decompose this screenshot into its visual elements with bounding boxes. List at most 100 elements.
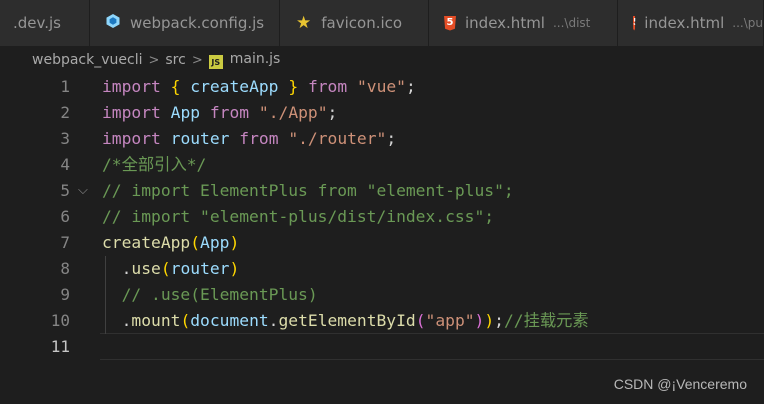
code-token: import xyxy=(102,77,161,96)
tab-label: index.html xyxy=(465,14,545,32)
breadcrumb-item-src[interactable]: src xyxy=(165,52,185,68)
code-token: router xyxy=(170,259,230,278)
code-token: use xyxy=(131,259,161,278)
code-token: getElementById xyxy=(278,311,416,330)
code-line[interactable]: 9 // .use(ElementPlus) xyxy=(0,282,764,308)
line-number: 11 xyxy=(50,337,70,356)
webpack-cube-icon xyxy=(105,13,121,33)
breadcrumb-item-file[interactable]: JS main.js xyxy=(208,51,281,69)
chevron-right-icon: > xyxy=(148,52,160,68)
code-token: import xyxy=(102,129,161,148)
code-token: ( xyxy=(180,311,191,330)
code-token: "./router" xyxy=(288,129,387,148)
watermark: CSDN @¡Venceremo xyxy=(613,376,747,392)
breadcrumb-item-project[interactable]: webpack_vuecli xyxy=(32,52,142,68)
code-text: import router from "./router"; xyxy=(102,126,396,152)
code-token: ) xyxy=(484,311,495,330)
code-text: // import ElementPlus from "element-plus… xyxy=(102,178,514,204)
line-number: 3 xyxy=(60,129,70,148)
code-line[interactable]: 10 .mount(document.getElementById("app")… xyxy=(0,308,764,334)
line-number: 4 xyxy=(60,155,70,174)
tab-label: index.html xyxy=(644,14,725,32)
code-token: ( xyxy=(415,311,426,330)
code-line[interactable]: 4 /*全部引入*/ xyxy=(0,152,764,178)
code-token: ; xyxy=(405,77,416,96)
code-line[interactable]: 3 import router from "./router"; xyxy=(0,126,764,152)
code-token: . xyxy=(102,259,132,278)
code-token: "vue" xyxy=(356,77,406,96)
star-icon: ★ xyxy=(296,12,312,33)
tab-label: .dev.js xyxy=(13,14,61,32)
line-number: 7 xyxy=(60,233,70,252)
code-token: ; xyxy=(494,311,504,330)
line-number: 5 xyxy=(60,181,70,200)
code-editor[interactable]: 1 import { createApp } from "vue"; 2 import… xyxy=(0,74,764,404)
fold-chevron-icon[interactable]: ⌵ xyxy=(78,178,88,204)
tab-label: webpack.config.js xyxy=(130,14,265,32)
code-token: ) xyxy=(229,259,240,278)
code-text: .use(router) xyxy=(102,256,240,282)
code-token: createApp xyxy=(102,233,191,252)
tab-webpack-config[interactable]: webpack.config.js xyxy=(90,0,280,46)
code-token: App xyxy=(200,233,230,252)
tab-favicon[interactable]: ★ favicon.ico xyxy=(280,0,429,46)
code-token: ( xyxy=(190,233,201,252)
code-token: from xyxy=(307,77,348,96)
javascript-file-icon: JS xyxy=(208,55,223,69)
code-token: ) xyxy=(474,311,485,330)
tab-index-html-public[interactable]: index.html ...\pu xyxy=(618,0,764,46)
code-token: "app" xyxy=(425,311,475,330)
code-token: /*全部引入*/ xyxy=(102,155,207,174)
code-line[interactable]: 7 createApp(App) xyxy=(0,230,764,256)
code-token: ; xyxy=(386,129,397,148)
code-token: ( xyxy=(160,259,171,278)
code-token: from xyxy=(239,129,279,148)
line-number: 9 xyxy=(60,285,70,304)
code-text: createApp(App) xyxy=(102,230,239,256)
code-token: //挂载元素 xyxy=(503,311,589,330)
code-text: import App from "./App"; xyxy=(102,100,337,126)
code-line[interactable]: 2 import App from "./App"; xyxy=(0,100,764,126)
editor-tab-bar: .dev.js webpack.config.js ★ favicon.ico … xyxy=(0,0,764,46)
tab-index-html-dist[interactable]: index.html ...\dist xyxy=(429,0,618,46)
line-number: 6 xyxy=(60,207,70,226)
line-number: 1 xyxy=(60,77,70,96)
code-line[interactable]: 6 // import "element-plus/dist/index.css"… xyxy=(0,204,764,230)
tab-dev-js[interactable]: .dev.js xyxy=(0,0,90,46)
code-line[interactable]: 5 ⌵ // import ElementPlus from "element-pl… xyxy=(0,178,764,204)
tab-description: ...\pu xyxy=(732,16,763,30)
code-text: /*全部引入*/ xyxy=(102,152,206,178)
html5-icon xyxy=(633,15,636,31)
code-token: App xyxy=(170,103,201,122)
code-token: // import ElementPlus from "element-plus… xyxy=(102,181,514,200)
code-line[interactable]: 1 import { createApp } from "vue"; xyxy=(0,74,764,100)
code-line[interactable]: 8 .use(router) xyxy=(0,256,764,282)
code-text: // .use(ElementPlus) xyxy=(102,282,318,308)
code-token: import xyxy=(102,103,161,122)
code-token: from xyxy=(209,103,250,122)
code-token: document xyxy=(190,311,269,330)
code-token: . xyxy=(102,311,132,330)
tab-description: ...\dist xyxy=(552,16,591,30)
line-number: 10 xyxy=(50,311,70,330)
code-token: mount xyxy=(131,311,181,330)
code-token: "./App" xyxy=(258,103,328,122)
indent-guide xyxy=(105,256,106,334)
breadcrumb-file-label: main.js xyxy=(229,51,281,67)
line-number: 8 xyxy=(60,259,70,278)
code-token: ) xyxy=(229,233,240,252)
code-line[interactable]: 11 xyxy=(0,334,764,360)
html5-icon xyxy=(444,15,456,31)
chevron-right-icon: > xyxy=(191,52,203,68)
code-token: // .use(ElementPlus) xyxy=(121,285,318,304)
code-token: { xyxy=(170,77,181,96)
code-token: createApp xyxy=(190,77,279,96)
code-text: // import "element-plus/dist/index.css"; xyxy=(102,204,494,230)
